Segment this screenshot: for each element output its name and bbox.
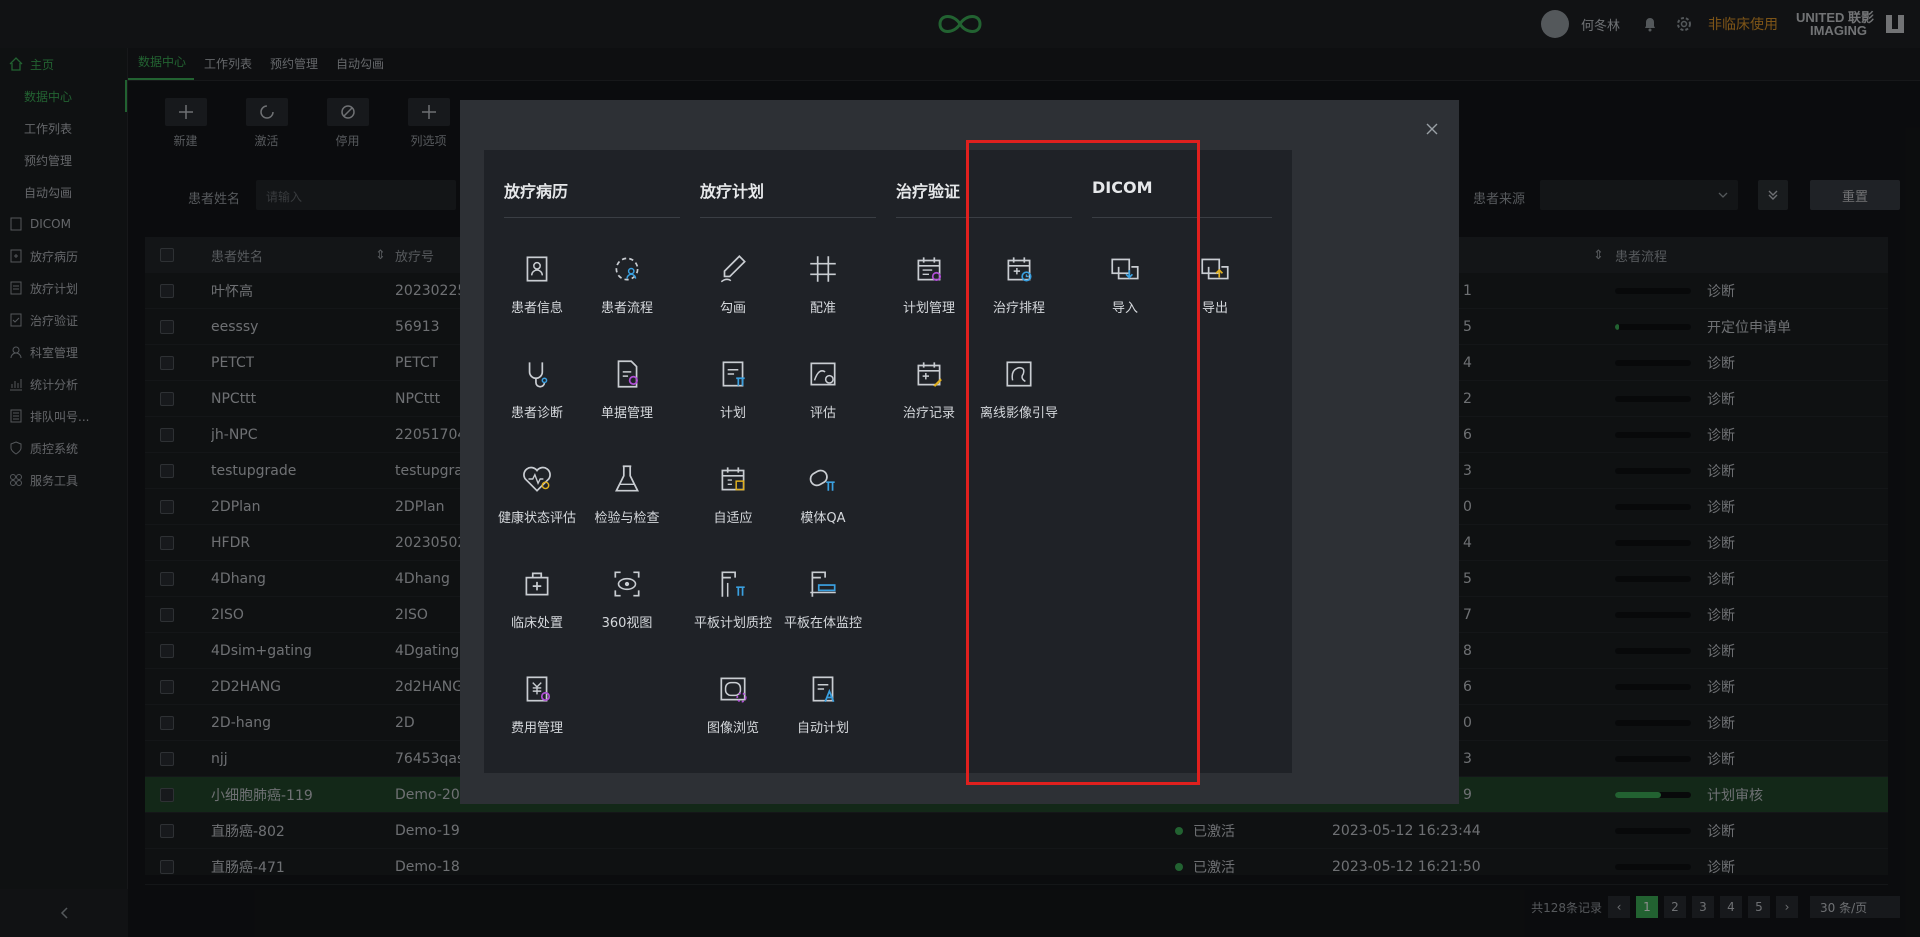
menu-tile-label: 360视图 (601, 616, 653, 631)
plan-doc-icon (716, 337, 750, 395)
menu-tile[interactable]: 检验与检查 (582, 442, 672, 526)
menu-tile-label: 模体QA (800, 511, 846, 526)
stethoscope-icon (520, 337, 554, 395)
menu-tile-label: 导出 (1201, 301, 1228, 316)
highlight-frame (966, 140, 1200, 785)
panel-plan: 放疗计划勾画 配准计划 评估自适应 模体QA 平板计划质控 平板在体监控图像浏览 自动计划 (680, 150, 900, 773)
auto-plan-icon (806, 652, 840, 710)
menu-tile-label: 计划管理 (902, 301, 955, 316)
adaptive-icon (716, 442, 750, 500)
eye-scan-icon (610, 547, 644, 605)
divider (700, 217, 880, 218)
treatment-record-icon (912, 337, 946, 395)
patient-flow-icon (610, 232, 644, 290)
menu-tile[interactable]: 计划管理 (884, 232, 974, 316)
menu-tile[interactable]: 360视图 (582, 547, 672, 631)
panel-records: 放疗病历患者信息 患者流程患者诊断 单据管理健康状态评估 检验与检查临床处置 360视图… (484, 150, 704, 773)
menu-tile-label: 单据管理 (600, 406, 653, 421)
menu-tile-label: 平板在体监控 (783, 616, 862, 631)
menu-tile[interactable]: 临床处置 (492, 547, 582, 631)
panel-title: 放疗计划 (700, 182, 765, 201)
menu-tile-label: 图像浏览 (706, 721, 759, 736)
patient-info-icon (520, 232, 554, 290)
menu-tile[interactable]: 单据管理 (582, 337, 672, 421)
menu-tile[interactable]: 配准 (778, 232, 868, 316)
menu-tile-label: 自适应 (713, 511, 753, 526)
menu-tile-label: 临床处置 (510, 616, 563, 631)
menu-tile-label: 费用管理 (510, 721, 563, 736)
menu-tile[interactable]: 平板在体监控 (778, 547, 868, 631)
menu-tile[interactable]: 患者信息 (492, 232, 582, 316)
menu-tile-label: 自动计划 (796, 721, 849, 736)
epid-qc-icon (716, 547, 750, 605)
menu-tile[interactable]: 评估 (778, 337, 868, 421)
menu-tile-label: 患者信息 (510, 301, 563, 316)
menu-tile[interactable]: 自动计划 (778, 652, 868, 736)
menu-tile[interactable]: 治疗记录 (884, 337, 974, 421)
menu-tile-label: 勾画 (719, 301, 746, 316)
menu-tile-label: 计划 (719, 406, 746, 421)
panel-title: 放疗病历 (504, 182, 569, 201)
menu-tile[interactable]: 平板计划质控 (688, 547, 778, 631)
flask-icon (610, 442, 644, 500)
menu-tile-label: 检验与检查 (594, 511, 660, 526)
medical-kit-icon (520, 547, 554, 605)
menu-tile-label: 配准 (809, 301, 836, 316)
export-icon (1198, 232, 1232, 290)
menu-tile[interactable]: 患者流程 (582, 232, 672, 316)
menu-tile[interactable]: 勾画 (688, 232, 778, 316)
pen-icon (716, 232, 750, 290)
billing-icon (520, 652, 554, 710)
menu-tile-label: 患者流程 (600, 301, 653, 316)
grid-icon (806, 232, 840, 290)
menu-tile[interactable]: 模体QA (778, 442, 868, 526)
menu-tile-label: 平板计划质控 (693, 616, 772, 631)
document-icon (610, 337, 644, 395)
evaluation-icon (806, 337, 840, 395)
menu-tile-label: 健康状态评估 (497, 511, 576, 526)
phantom-qa-icon (806, 442, 840, 500)
menu-tile[interactable]: 自适应 (688, 442, 778, 526)
menu-tile[interactable]: 费用管理 (492, 652, 582, 736)
function-menu-modal: 放疗病历患者信息 患者流程患者诊断 单据管理健康状态评估 检验与检查临床处置 360视图… (460, 100, 1459, 804)
image-browse-icon (716, 652, 750, 710)
menu-tile[interactable]: 计划 (688, 337, 778, 421)
menu-tile[interactable]: 图像浏览 (688, 652, 778, 736)
menu-tile-label: 评估 (809, 406, 836, 421)
close-icon[interactable] (1425, 122, 1439, 136)
menu-tile[interactable]: 健康状态评估 (492, 442, 582, 526)
plan-manage-icon (912, 232, 946, 290)
menu-tile[interactable]: 患者诊断 (492, 337, 582, 421)
menu-tile-label: 治疗记录 (902, 406, 955, 421)
panel-title: 治疗验证 (896, 182, 961, 201)
heart-monitor-icon (520, 442, 554, 500)
epid-monitor-icon (806, 547, 840, 605)
menu-tile-label: 患者诊断 (510, 406, 563, 421)
divider (504, 217, 684, 218)
